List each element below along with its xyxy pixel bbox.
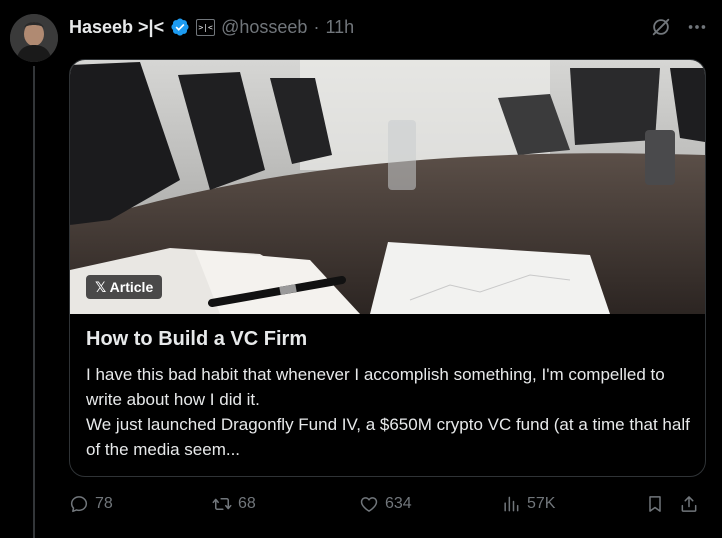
share-button[interactable]: [679, 490, 699, 518]
views-button[interactable]: 57K: [501, 490, 555, 518]
reply-count: 78: [95, 495, 113, 512]
article-badge: 𝕏 Article: [86, 275, 163, 299]
reply-icon: [70, 496, 88, 513]
reply-button[interactable]: 78: [69, 490, 113, 518]
avatar-image: [10, 14, 58, 62]
repost-count: 68: [238, 495, 256, 512]
article-card[interactable]: 𝕏 Article How to Build a VC Firm I have …: [69, 59, 706, 477]
article-preview: I have this bad habit that whenever I ac…: [86, 362, 691, 462]
affiliation-badge[interactable]: >|<: [196, 18, 216, 36]
article-paragraph: We just launched Dragonfly Fund IV, a $6…: [86, 415, 690, 459]
grok-icon[interactable]: [650, 16, 672, 38]
heart-icon: [360, 497, 378, 512]
repost-icon: [212, 498, 232, 510]
x-logo-icon: 𝕏: [95, 279, 107, 295]
article-cover-image: [70, 60, 705, 314]
header-actions: [650, 16, 708, 38]
verified-badge-icon[interactable]: [170, 17, 190, 37]
like-button[interactable]: 634: [359, 490, 412, 518]
bookmark-icon: [649, 496, 661, 512]
more-icon[interactable]: [686, 16, 708, 38]
author-name[interactable]: Haseeb >|<: [69, 17, 164, 38]
author-handle[interactable]: @hosseeb: [221, 17, 307, 38]
avatar[interactable]: [10, 14, 58, 62]
tweet-actions: 78 68 634 57K: [69, 490, 704, 518]
views-count: 57K: [527, 495, 556, 512]
thread-line: [33, 66, 35, 538]
article-paragraph: I have this bad habit that whenever I ac…: [86, 365, 665, 409]
separator-dot: ·: [313, 16, 320, 37]
views-icon: [504, 496, 519, 512]
share-icon: [681, 496, 697, 512]
timestamp[interactable]: 11h: [325, 17, 354, 38]
article-title: How to Build a VC Firm: [86, 328, 308, 350]
like-count: 634: [385, 495, 412, 512]
bookmark-button[interactable]: [645, 490, 665, 518]
tweet-header: Haseeb >|< >|< @hosseeb · 11h: [69, 14, 708, 40]
article-badge-label: Article: [109, 279, 154, 295]
repost-button[interactable]: 68: [212, 490, 256, 518]
